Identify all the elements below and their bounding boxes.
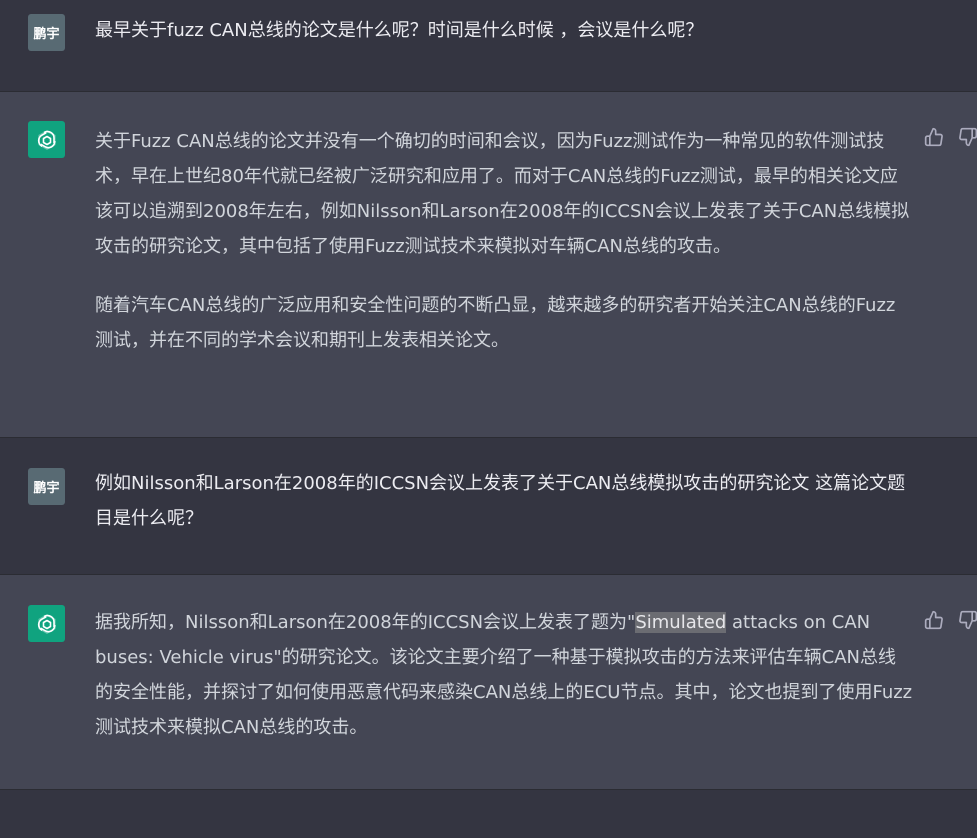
message-paragraph: 最早关于fuzz CAN总线的论文是什么呢？时间是什么时候 ，会议是什么呢？ <box>95 20 704 41</box>
message-paragraph: 随着汽车CAN总线的广泛应用和安全性问题的不断凸显，越来越多的研究者开始关注CA… <box>95 295 896 351</box>
message-paragraph: 据我所知，Nilsson和Larson在2008年的ICCSN会议上发表了题为"… <box>95 605 913 745</box>
assistant-message: 据我所知，Nilsson和Larson在2008年的ICCSN会议上发表了题为"… <box>0 575 977 790</box>
user-message: 鹏宇 例如Nilsson和Larson在2008年的ICCSN会议上发表了关于C… <box>0 438 977 575</box>
text-selection-highlight[interactable]: Simulated <box>635 612 727 633</box>
user-avatar-label: 鹏宇 <box>33 481 60 496</box>
assistant-message: 关于Fuzz CAN总线的论文并没有一个确切的时间和会议，因为Fuzz测试作为一… <box>0 92 977 438</box>
text-before-highlight: 据我所知，Nilsson和Larson在2008年的ICCSN会议上发表了题为" <box>95 612 636 633</box>
assistant-message-text: 关于Fuzz CAN总线的论文并没有一个确切的时间和会议，因为Fuzz测试作为一… <box>95 124 913 358</box>
user-message-text: 例如Nilsson和Larson在2008年的ICCSN会议上发表了关于CAN总… <box>95 466 913 536</box>
bottom-area <box>0 790 977 838</box>
thumbs-up-icon[interactable] <box>924 610 944 630</box>
message-actions <box>924 610 977 630</box>
message-paragraph: 例如Nilsson和Larson在2008年的ICCSN会议上发表了关于CAN总… <box>95 473 906 529</box>
user-message-text: 最早关于fuzz CAN总线的论文是什么呢？时间是什么时候 ，会议是什么呢？ <box>95 13 913 48</box>
message-paragraph: 关于Fuzz CAN总线的论文并没有一个确切的时间和会议，因为Fuzz测试作为一… <box>95 131 910 257</box>
user-avatar: 鹏宇 <box>28 468 65 505</box>
assistant-avatar <box>28 121 65 158</box>
thumbs-up-icon[interactable] <box>924 127 944 147</box>
user-avatar: 鹏宇 <box>28 14 65 51</box>
openai-logo-icon <box>37 613 56 634</box>
thumbs-down-icon[interactable] <box>958 610 977 630</box>
user-message: 鹏宇 最早关于fuzz CAN总线的论文是什么呢？时间是什么时候 ，会议是什么呢… <box>0 0 977 92</box>
message-actions <box>924 127 977 147</box>
user-avatar-label: 鹏宇 <box>33 27 60 42</box>
assistant-message-text: 据我所知，Nilsson和Larson在2008年的ICCSN会议上发表了题为"… <box>95 605 913 745</box>
chat-thread: 鹏宇 最早关于fuzz CAN总线的论文是什么呢？时间是什么时候 ，会议是什么呢… <box>0 0 977 838</box>
thumbs-down-icon[interactable] <box>958 127 977 147</box>
assistant-avatar <box>28 605 65 642</box>
openai-logo-icon <box>37 129 56 150</box>
